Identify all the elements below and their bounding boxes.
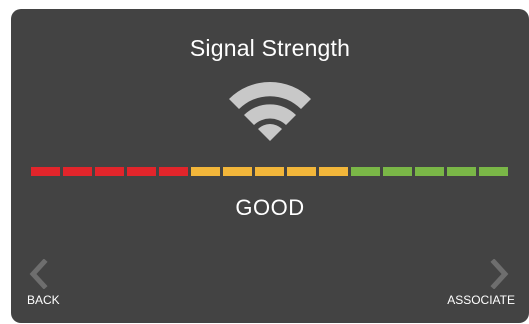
signal-segment bbox=[127, 167, 156, 176]
back-button[interactable]: BACK bbox=[27, 259, 87, 307]
signal-segment bbox=[383, 167, 412, 176]
signal-segment bbox=[159, 167, 188, 176]
signal-meter bbox=[31, 167, 508, 176]
signal-segment bbox=[223, 167, 252, 176]
signal-segment bbox=[191, 167, 220, 176]
signal-segment bbox=[255, 167, 284, 176]
signal-segment bbox=[95, 167, 124, 176]
wifi-icon bbox=[229, 82, 311, 141]
signal-segment bbox=[351, 167, 380, 176]
page-title: Signal Strength bbox=[189, 35, 351, 61]
signal-segment bbox=[447, 167, 476, 176]
signal-segment bbox=[415, 167, 444, 176]
signal-segment bbox=[319, 167, 348, 176]
back-label: BACK bbox=[27, 293, 60, 307]
chevron-left-icon bbox=[29, 259, 48, 289]
signal-segment bbox=[479, 167, 508, 176]
associate-label: ASSOCIATE bbox=[447, 293, 515, 307]
chevron-right-icon bbox=[490, 259, 509, 289]
signal-strength-panel: Signal Strength GOOD BACK ASSOCIATE bbox=[11, 9, 529, 323]
associate-button[interactable]: ASSOCIATE bbox=[425, 259, 515, 307]
signal-segment bbox=[31, 167, 60, 176]
signal-segment bbox=[287, 167, 316, 176]
signal-segment bbox=[63, 167, 92, 176]
signal-status: GOOD bbox=[235, 195, 305, 220]
